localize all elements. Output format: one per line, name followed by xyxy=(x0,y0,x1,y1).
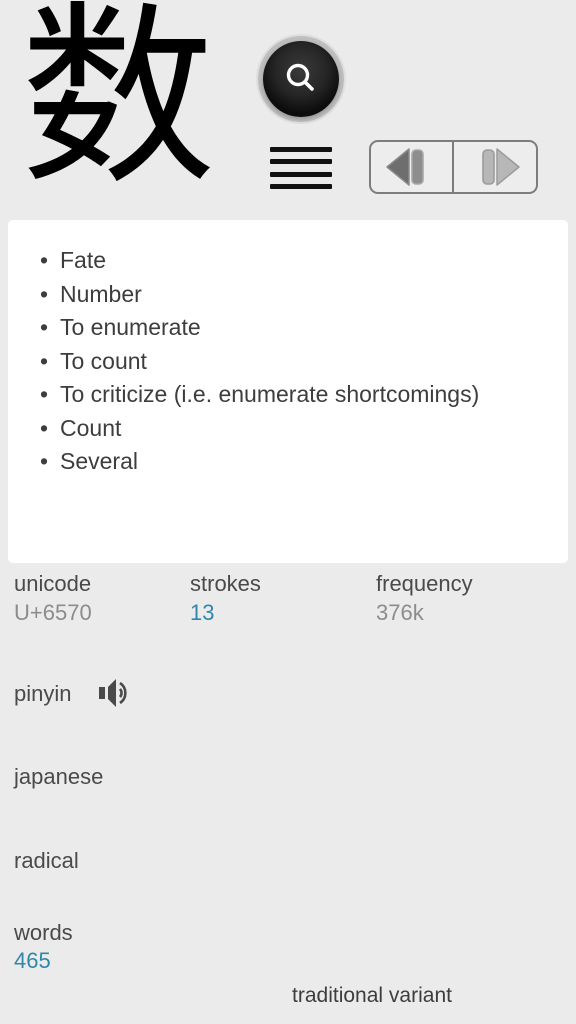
japanese-row: japanese kazoeru kazu semeru xyxy=(0,742,576,814)
pinyin-label: pinyin xyxy=(14,681,72,706)
definition-item: Number xyxy=(28,278,548,312)
menu-line xyxy=(270,171,332,177)
metadata-unicode: unicode U+6570 xyxy=(14,570,92,628)
menu-line xyxy=(270,183,332,189)
definition-item: To criticize (i.e. enumerate shortcoming… xyxy=(28,378,548,412)
definition-list: Fate Number To enumerate To count To cri… xyxy=(28,244,548,479)
frequency-value: 376k xyxy=(376,600,424,625)
speaker-icon[interactable] xyxy=(99,678,133,708)
menu-line xyxy=(270,147,332,152)
navigation-button-group xyxy=(369,140,538,194)
metadata-row: unicode U+6570 strokes 13 frequency 376k xyxy=(0,570,576,640)
main-character-glyph[interactable]: 数 xyxy=(8,0,228,208)
metadata-strokes: strokes 13 xyxy=(190,570,261,628)
strokes-label: strokes xyxy=(190,571,261,596)
radical-row: radical 攴 攵 xyxy=(0,828,576,896)
next-button[interactable] xyxy=(454,142,537,192)
definition-card: Fate Number To enumerate To count To cri… xyxy=(8,220,568,563)
words-count[interactable]: 465 xyxy=(14,948,51,974)
radical-label: radical xyxy=(14,848,79,873)
definition-item: To enumerate xyxy=(28,311,548,345)
hamburger-menu-icon[interactable] xyxy=(270,147,332,189)
unicode-label: unicode xyxy=(14,571,92,596)
definition-item: Count xyxy=(28,412,548,446)
words-row: words 465 數 xyxy=(0,910,576,982)
strokes-value[interactable]: 13 xyxy=(190,598,261,628)
metadata-frequency: frequency 376k xyxy=(376,570,473,628)
previous-arrow-icon xyxy=(383,145,439,189)
previous-button[interactable] xyxy=(371,142,454,192)
menu-line xyxy=(270,159,332,165)
next-arrow-icon xyxy=(467,145,523,189)
definition-item: To count xyxy=(28,345,548,379)
unicode-value: U+6570 xyxy=(14,600,92,625)
search-icon xyxy=(281,59,321,99)
search-button[interactable] xyxy=(263,41,339,117)
traditional-variant-caption: traditional variant xyxy=(292,984,452,1007)
pinyin-row: pinyin shù shǔ shu xyxy=(0,655,576,735)
definition-item: Fate xyxy=(28,244,548,278)
definition-item: Several xyxy=(28,445,548,479)
frequency-label: frequency xyxy=(376,571,473,596)
japanese-label: japanese xyxy=(14,764,104,789)
header: 数 xyxy=(0,0,576,220)
words-label: words xyxy=(14,920,73,945)
